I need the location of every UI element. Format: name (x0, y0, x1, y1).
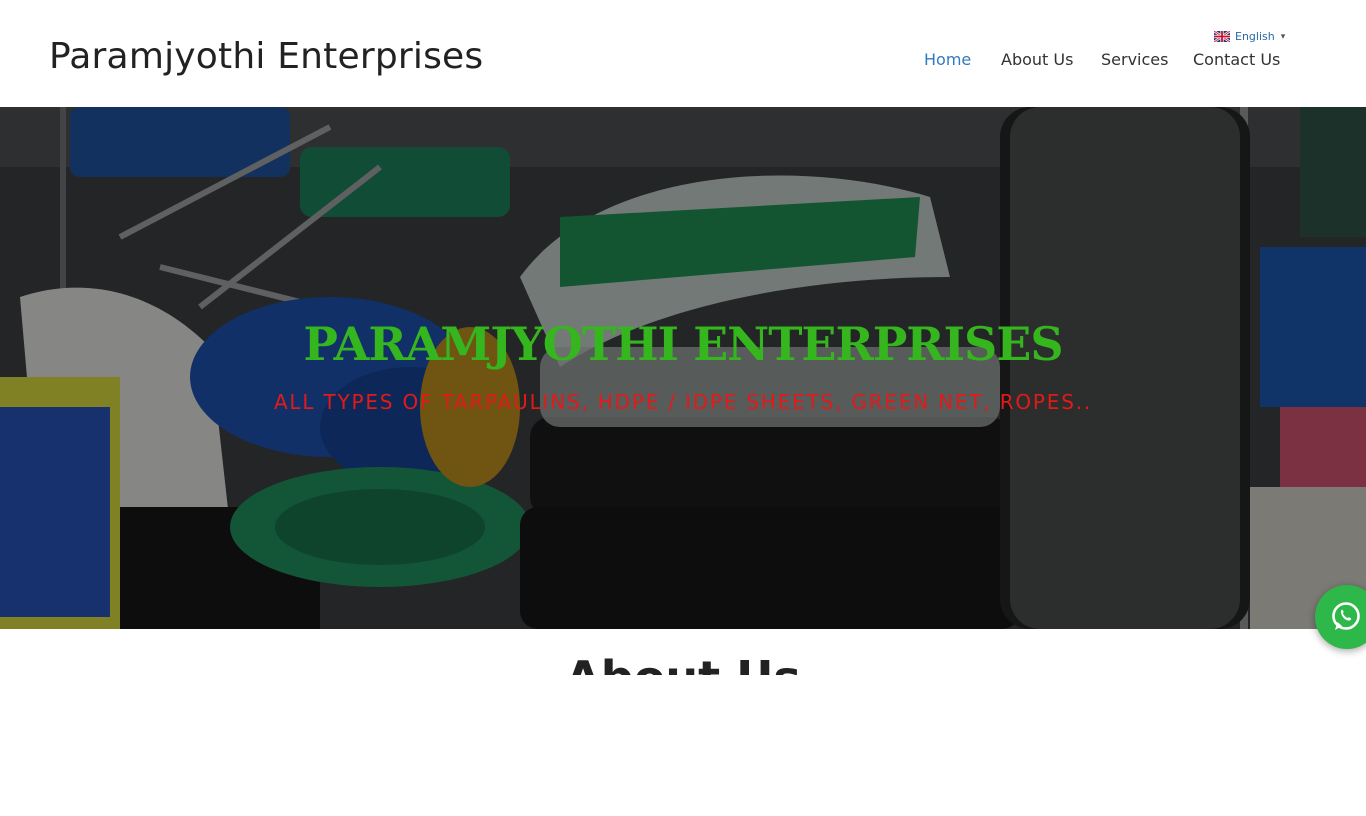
about-section: About Us (0, 629, 1366, 675)
hero-title: PARAMJYOTHI ENTERPRISES (303, 317, 1063, 371)
uk-flag-icon (1214, 31, 1230, 42)
nav-about-us[interactable]: About Us (1001, 50, 1073, 69)
hero-subtitle: ALL TYPES OF TARPAULINS, HDPE / IDPE SHE… (273, 390, 1093, 414)
chevron-down-icon: ▾ (1280, 31, 1286, 42)
nav-contact-us[interactable]: Contact Us (1193, 50, 1280, 69)
language-selector[interactable]: English ▾ (1214, 30, 1285, 43)
about-heading: About Us (0, 651, 1366, 675)
language-label: English (1235, 30, 1275, 43)
nav-home[interactable]: Home (924, 50, 971, 69)
site-header: Paramjyothi Enterprises English ▾ Home A… (0, 0, 1366, 107)
main-nav: Home About Us Services Contact Us (0, 50, 1366, 72)
nav-services[interactable]: Services (1101, 50, 1168, 69)
whatsapp-icon (1332, 602, 1360, 630)
hero-banner: PARAMJYOTHI ENTERPRISES ALL TYPES OF TAR… (0, 107, 1366, 629)
